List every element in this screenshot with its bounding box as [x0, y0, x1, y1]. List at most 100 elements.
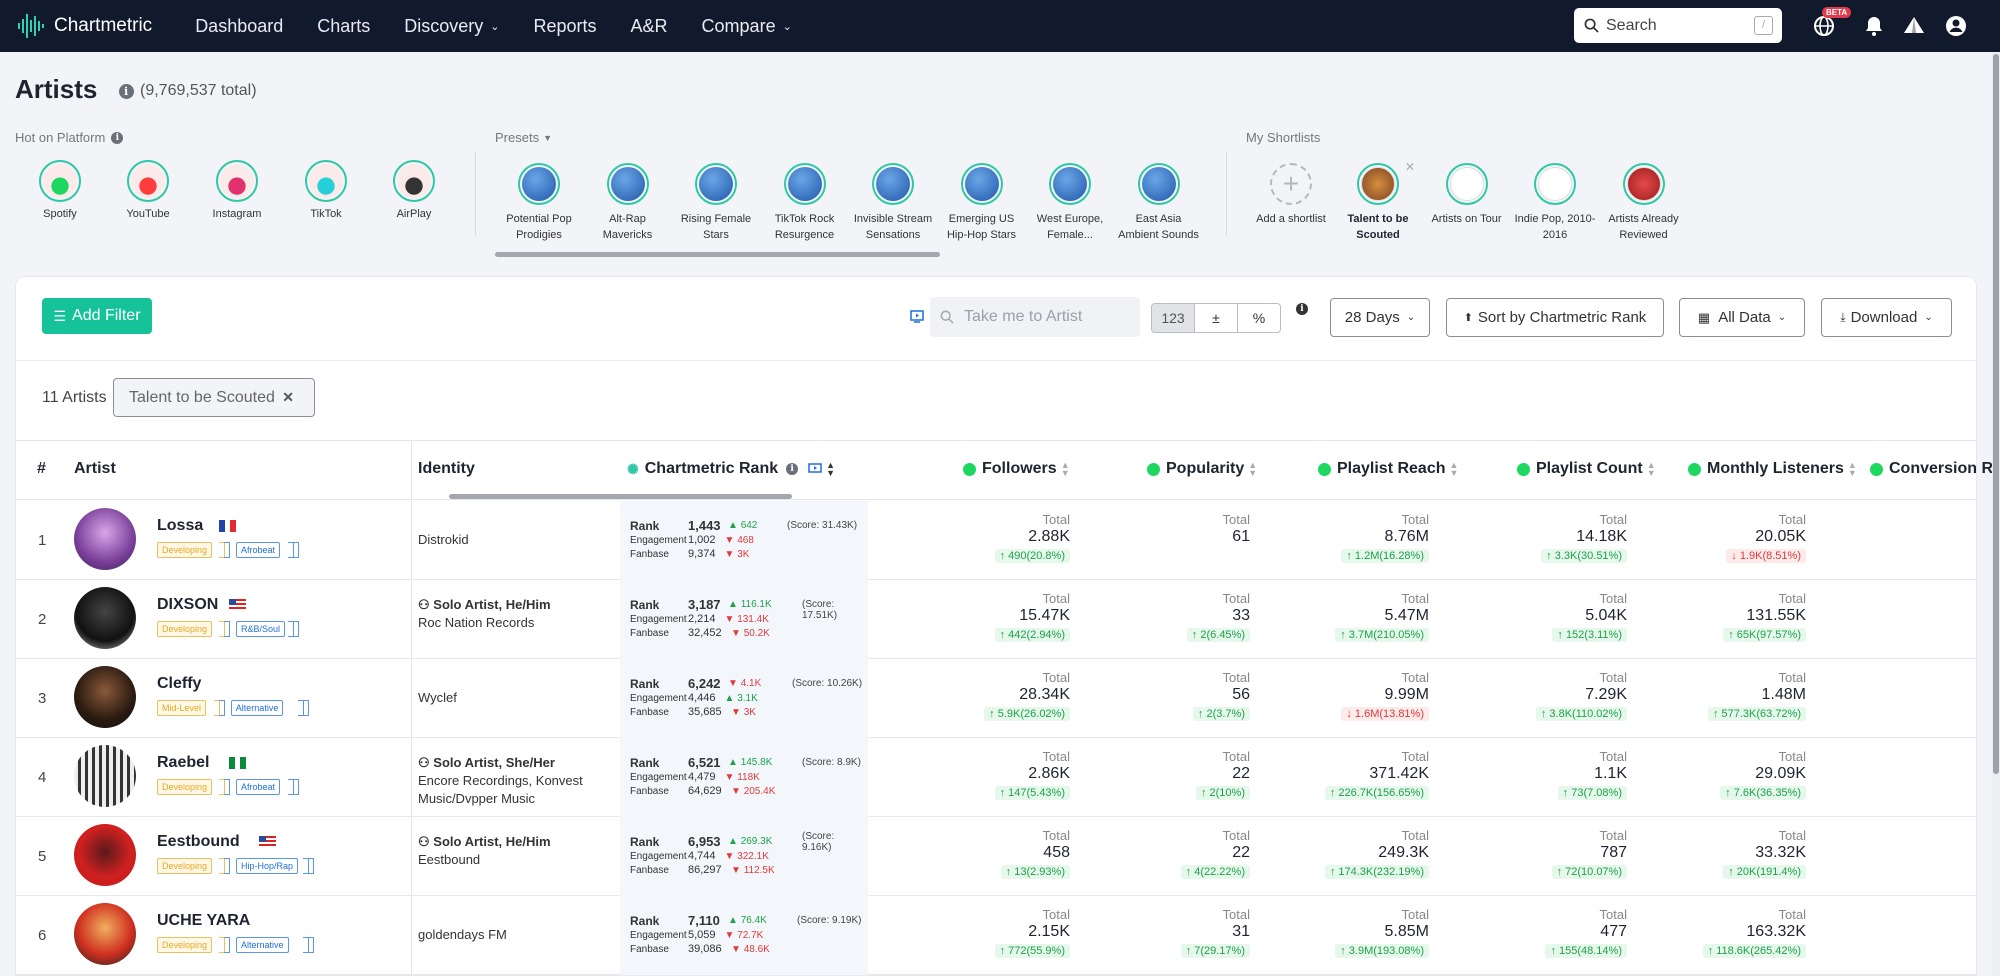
take-me-to-artist-input[interactable]: Take me to Artist — [930, 297, 1140, 337]
shortlist-label-line1: Artists on Tour — [1431, 213, 1502, 225]
person-icon: ⚇ — [418, 755, 434, 770]
col-header-artist[interactable]: Artist — [74, 460, 116, 478]
fanbase-label: Fanbase — [630, 628, 669, 639]
sort-arrows-icon[interactable]: ▲ ▼ — [1248, 461, 1257, 478]
bell-icon[interactable] — [1862, 14, 1886, 38]
platform-airplay[interactable]: AirPlay — [369, 160, 459, 220]
brand-logo[interactable]: Chartmetric — [16, 11, 152, 41]
preset-item[interactable]: TikTok Rock Resurgence — [760, 163, 850, 243]
artist-name-link[interactable]: Cleffy — [157, 675, 201, 693]
preset-item[interactable]: Alt-Rap Mavericks — [583, 163, 673, 243]
artist-name-link[interactable]: Eestbound — [157, 833, 240, 851]
artist-name-link[interactable]: Lossa — [157, 517, 203, 535]
preset-label: Emerging US Hip-Hop Stars — [937, 211, 1027, 243]
remove-shortlist-icon[interactable]: ✕ — [1405, 160, 1415, 174]
preset-item[interactable]: Potential Pop Prodigies — [494, 163, 584, 243]
sort-arrows-icon[interactable]: ▲ ▼ — [1647, 461, 1656, 478]
col-header-followers[interactable]: Followers ▲ ▼ — [963, 460, 1070, 478]
nav-item-discovery[interactable]: Discovery ⌄ — [404, 16, 499, 37]
shortlist-item[interactable]: Artists Already Reviewed — [1599, 163, 1689, 243]
video-tutorial-icon[interactable] — [808, 463, 822, 475]
metric-total-label: Total — [1778, 591, 1806, 606]
shortlist-item[interactable]: Talent to be Scouted ✕ — [1333, 160, 1423, 243]
add-filter-button[interactable]: ☰ Add Filter — [42, 298, 152, 334]
sort-arrows-icon[interactable]: ▲ ▼ — [1848, 461, 1857, 478]
col-header-chartmetric-rank[interactable]: ✺ Chartmetric Rank i ▲ ▼ — [627, 460, 835, 478]
youtube-flame-icon — [131, 164, 165, 198]
nav-item-dashboard[interactable]: Dashboard — [195, 16, 283, 37]
add-shortlist-button[interactable]: + Add a shortlist — [1246, 163, 1336, 227]
global-search[interactable]: Search / — [1574, 8, 1782, 43]
download-dropdown[interactable]: ⤓ Download ⌄ — [1821, 298, 1952, 337]
preset-item[interactable]: Rising Female Stars — [671, 163, 761, 243]
remove-filter-icon[interactable]: ✕ — [282, 389, 294, 406]
info-icon[interactable]: i — [1296, 303, 1308, 315]
sort-arrows-icon[interactable]: ▲ ▼ — [826, 461, 835, 478]
metric-value: 28.34K — [1019, 686, 1070, 703]
presets-text: Presets — [495, 130, 540, 145]
rank-label: Rank — [630, 914, 660, 928]
rank-score-text: (Score: 10.26K) — [792, 678, 863, 689]
info-icon[interactable]: i — [786, 463, 799, 475]
avatar[interactable] — [74, 508, 136, 570]
presets-scrollbar[interactable] — [495, 252, 940, 257]
preset-item[interactable]: East Asia Ambient Sounds — [1114, 163, 1204, 243]
col-header-playlist-reach[interactable]: Playlist Reach ▲ ▼ — [1318, 460, 1458, 478]
preset-item[interactable]: West Europe, Female... — [1025, 163, 1115, 243]
platform-youtube[interactable]: YouTube — [103, 160, 193, 220]
scrollbar-thumb[interactable] — [1993, 54, 1999, 774]
nav-item-compare[interactable]: Compare ⌄ — [702, 16, 792, 37]
avatar[interactable] — [74, 587, 136, 649]
col-header-identity[interactable]: Identity — [418, 460, 475, 478]
metric-cell-pcount: Total 14.18K ↑ 3.3K(30.51%) — [1457, 512, 1627, 564]
nav-item-charts[interactable]: Charts — [317, 16, 370, 37]
artist-name-link[interactable]: DIXSON — [157, 596, 218, 614]
sort-arrows-icon[interactable]: ▲ ▼ — [1450, 461, 1459, 478]
sort-button[interactable]: ⬆ Sort by Chartmetric Rank — [1446, 298, 1664, 337]
preset-item[interactable]: Emerging US Hip-Hop Stars — [937, 163, 1027, 243]
avatar[interactable] — [74, 745, 136, 807]
platform-spotify[interactable]: Spotify — [15, 160, 105, 220]
table-row[interactable]: 5 Eestbound Developing Hip-Hop/Rap ⚇ Solo Ar… — [16, 817, 1976, 896]
shortlist-item[interactable]: Artists on Tour — [1422, 163, 1512, 227]
page-vertical-scrollbar[interactable] — [1992, 52, 2000, 976]
preset-item[interactable]: Invisible Stream Sensations — [848, 163, 938, 243]
col-header-popularity[interactable]: Popularity ▲ ▼ — [1147, 460, 1257, 478]
metric-value: 371.42K — [1369, 765, 1429, 782]
info-icon[interactable]: i — [111, 131, 124, 144]
avatar[interactable] — [74, 666, 136, 728]
col-header-conversion[interactable]: Conversion R — [1870, 460, 1993, 478]
format-percent-option[interactable]: % — [1238, 304, 1280, 332]
avatar[interactable] — [74, 824, 136, 886]
metric-change: ↑ 5.9K(26.02%) — [984, 707, 1070, 721]
date-range-dropdown[interactable]: 28 Days ⌄ — [1330, 298, 1430, 337]
table-row[interactable]: 3 Cleffy Mid-Level Alternative Wyclef Rank 6,2… — [16, 659, 1976, 738]
all-data-dropdown[interactable]: ▦ All Data ⌄ — [1679, 298, 1805, 337]
table-row[interactable]: 6 UCHE YARA Developing Alternative goldenday… — [16, 896, 1976, 975]
col-header-playlist-count[interactable]: Playlist Count ▲ ▼ — [1517, 460, 1656, 478]
sort-arrows-icon[interactable]: ▲ ▼ — [1061, 461, 1070, 478]
artist-name-link[interactable]: UCHE YARA — [157, 912, 250, 930]
table-row[interactable]: 2 DIXSON Developing R&B/Soul ⚇ Solo Artist, … — [16, 580, 1976, 659]
artist-name-link[interactable]: Raebel — [157, 754, 209, 772]
format-diff-option[interactable]: ± — [1195, 304, 1238, 332]
nav-item-ar[interactable]: A&R — [631, 16, 668, 37]
table-horizontal-scrollbar[interactable] — [449, 494, 792, 499]
user-profile-icon[interactable] — [1944, 14, 1968, 38]
col-header-monthly-listeners[interactable]: Monthly Listeners ▲ ▼ — [1688, 460, 1857, 478]
info-icon[interactable]: i — [118, 84, 134, 99]
table-row[interactable]: 4 Raebel Developing Afrobeat ⚇ Solo Artist, … — [16, 738, 1976, 817]
shortlist-item[interactable]: Indie Pop, 2010- 2016 — [1510, 163, 1600, 243]
search-icon — [1584, 18, 1599, 33]
platform-instagram[interactable]: Instagram — [192, 160, 282, 220]
metric-change-value: 174.3K(232.19%) — [1338, 866, 1424, 878]
format-absolute-option[interactable]: 123 — [1152, 304, 1195, 332]
nav-item-reports[interactable]: Reports — [534, 16, 597, 37]
pyramid-alerts-icon[interactable] — [1902, 14, 1926, 38]
rank-score-text: (Score: 17.51K) — [802, 599, 838, 621]
table-row[interactable]: 1 Lossa Developing Afrobeat Distrokid Rank 1,4… — [16, 501, 1976, 580]
platform-tiktok[interactable]: TikTok — [281, 160, 371, 220]
video-tutorial-icon[interactable] — [910, 310, 924, 323]
presets-label[interactable]: Presets ▼ — [495, 130, 552, 145]
avatar[interactable] — [74, 903, 136, 965]
